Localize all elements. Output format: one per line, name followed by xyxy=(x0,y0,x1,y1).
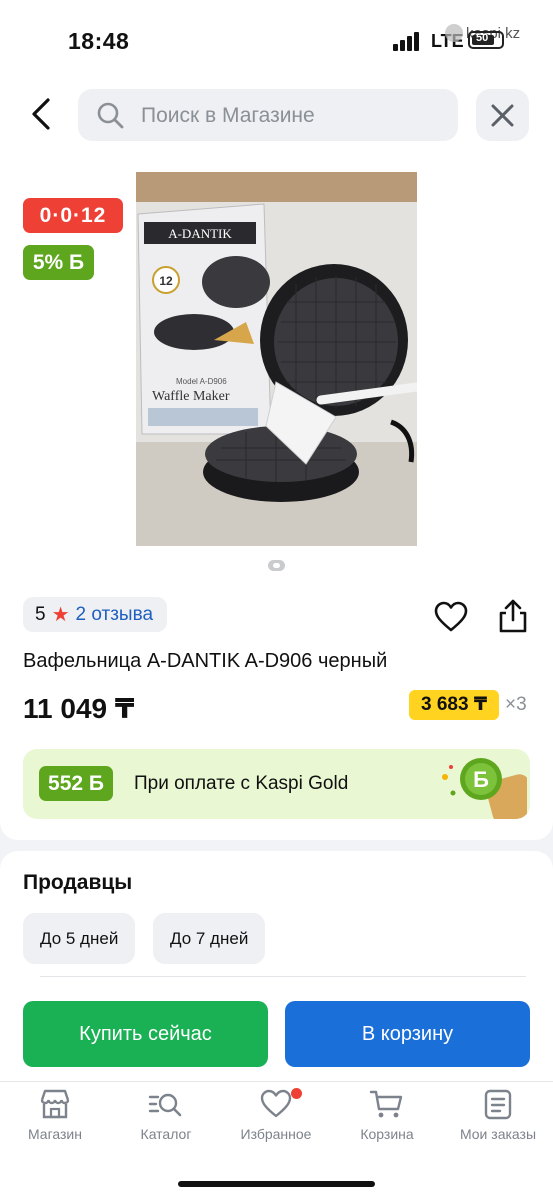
tab-cart[interactable]: Корзина xyxy=(332,1088,442,1142)
product-photo[interactable]: A-DANTIK 12 Model A-D906 Waffle Maker xyxy=(136,172,417,546)
product-card: A-DANTIK 12 Model A-D906 Waffle Maker 0·… xyxy=(0,160,553,840)
tab-shop[interactable]: Магазин xyxy=(0,1088,110,1142)
tab-catalog[interactable]: Каталог xyxy=(111,1088,221,1142)
top-header: Поиск в Магазине xyxy=(0,80,553,160)
delivery-chip-5-days[interactable]: До 5 дней xyxy=(23,913,136,964)
tab-catalog-label: Каталог xyxy=(140,1126,192,1142)
divider xyxy=(40,976,526,977)
product-price: 11 049 ₸ xyxy=(23,693,135,724)
bonus-badge: 5% Б xyxy=(23,245,94,280)
cart-icon xyxy=(369,1090,403,1118)
share-icon[interactable] xyxy=(496,598,530,634)
close-search-button[interactable] xyxy=(476,89,529,141)
status-bar: 18:48 LTE kaspi.kz 50 xyxy=(0,0,553,80)
sellers-title: Продавцы xyxy=(23,871,133,894)
installment-price[interactable]: 3 683 ₸ xyxy=(409,690,500,720)
battery-level: 50 xyxy=(476,32,489,44)
sellers-section: Продавцы До 5 дней До 7 дней Купить сейч… xyxy=(0,851,553,1081)
kaspi-gold-banner[interactable]: 552 Б При оплате с Kaspi Gold Б xyxy=(23,749,530,819)
box-brand: A-DANTIK xyxy=(168,226,232,241)
back-arrow-icon[interactable] xyxy=(26,94,58,134)
box-model: Model A-D906 xyxy=(176,377,227,386)
svg-text:Б: Б xyxy=(473,767,489,792)
close-icon xyxy=(491,104,514,127)
installment-badge: 0·0·12 xyxy=(23,198,123,233)
tab-my-orders-label: Мои заказы xyxy=(459,1126,537,1142)
signal-icon xyxy=(393,32,419,51)
gold-banner-text: При оплате с Kaspi Gold xyxy=(134,773,349,794)
search-input[interactable]: Поиск в Магазине xyxy=(78,89,458,141)
watermark-icon xyxy=(445,24,463,42)
search-placeholder: Поиск в Магазине xyxy=(141,104,315,127)
tab-my-orders[interactable]: Мои заказы xyxy=(443,1088,553,1142)
tab-favorites[interactable]: Избранное xyxy=(221,1088,331,1142)
add-to-cart-button[interactable]: В корзину xyxy=(285,1001,530,1067)
orders-icon xyxy=(484,1089,512,1120)
bonus-coin-icon: Б xyxy=(442,758,527,819)
shop-icon xyxy=(40,1089,70,1119)
installment-multiplier: ×3 xyxy=(505,694,527,715)
tab-cart-label: Корзина xyxy=(360,1126,414,1142)
battery-icon: 50 xyxy=(468,31,504,49)
notification-dot xyxy=(291,1088,302,1099)
tab-favorites-label: Избранное xyxy=(240,1126,312,1142)
star-icon: ★ xyxy=(51,604,70,626)
reviews-link[interactable]: 2 отзыва xyxy=(76,604,154,626)
status-time: 18:48 xyxy=(68,28,130,54)
buy-now-button[interactable]: Купить сейчас xyxy=(23,1001,268,1067)
rating-pill[interactable]: 5 ★ 2 отзыва xyxy=(23,597,168,632)
delivery-chip-7-days[interactable]: До 7 дней xyxy=(153,913,266,964)
search-icon xyxy=(97,102,124,129)
box-name: Waffle Maker xyxy=(152,389,230,404)
catalog-icon xyxy=(148,1093,182,1117)
product-title: Вафельница A-DANTIK A-D906 черный xyxy=(23,650,388,672)
tab-shop-label: Магазин xyxy=(27,1126,82,1142)
gold-bonus-badge: 552 Б xyxy=(39,766,113,801)
photo-pager-indicator xyxy=(268,560,285,571)
box-count: 12 xyxy=(159,274,173,288)
home-indicator xyxy=(178,1181,375,1187)
favorite-heart-icon[interactable] xyxy=(434,601,468,633)
rating-value: 5 xyxy=(35,603,46,625)
heart-icon xyxy=(260,1089,292,1118)
waffle-maker-image: A-DANTIK 12 Model A-D906 Waffle Maker xyxy=(136,172,417,546)
